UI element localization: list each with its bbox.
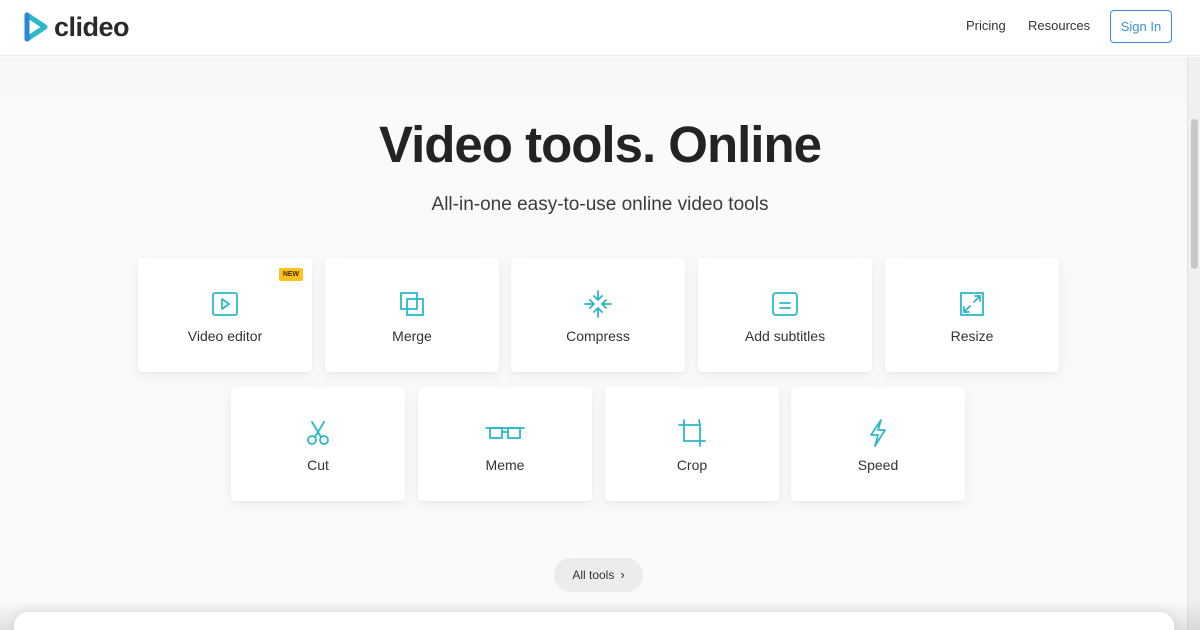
play-icon bbox=[210, 289, 240, 319]
tool-label: Meme bbox=[485, 457, 525, 473]
merge-icon bbox=[397, 289, 427, 319]
lightning-icon bbox=[863, 418, 893, 448]
chevron-right-icon: › bbox=[620, 567, 625, 582]
tool-card-video-editor[interactable]: NEW Video editor bbox=[138, 258, 312, 372]
page: clideo Pricing Resources Sign In Video t… bbox=[0, 0, 1200, 630]
tool-label: Crop bbox=[676, 457, 708, 473]
tool-label: Video editor bbox=[187, 328, 263, 344]
tool-card-cut[interactable]: Cut bbox=[231, 387, 405, 501]
crop-icon bbox=[677, 418, 707, 448]
tool-card-speed[interactable]: Speed bbox=[791, 387, 965, 501]
logo-text: clideo bbox=[54, 12, 130, 42]
play-logo-icon bbox=[24, 12, 48, 42]
sign-in-button[interactable]: Sign In bbox=[1110, 10, 1172, 43]
tool-card-resize[interactable]: Resize bbox=[885, 258, 1059, 372]
subtitles-icon bbox=[770, 289, 800, 319]
glasses-icon bbox=[485, 418, 525, 448]
all-tools-button[interactable]: All tools › bbox=[554, 558, 643, 592]
tool-label: Merge bbox=[392, 328, 432, 344]
top-header: clideo Pricing Resources Sign In bbox=[0, 0, 1200, 56]
all-tools-label: All tools bbox=[572, 568, 615, 582]
tool-card-meme[interactable]: Meme bbox=[418, 387, 592, 501]
resize-icon bbox=[957, 289, 987, 319]
page-title: Video tools. Online bbox=[379, 116, 822, 173]
bottom-panel bbox=[14, 612, 1174, 630]
nav-resources[interactable]: Resources bbox=[1028, 18, 1090, 34]
scissors-icon bbox=[303, 418, 333, 448]
tool-card-crop[interactable]: Crop bbox=[605, 387, 779, 501]
tool-card-merge[interactable]: Merge bbox=[325, 258, 499, 372]
new-badge: NEW bbox=[279, 268, 303, 281]
tool-card-add-subtitles[interactable]: Add subtitles bbox=[698, 258, 872, 372]
tool-label: Compress bbox=[566, 328, 630, 344]
tool-label: Cut bbox=[307, 457, 329, 473]
clideo-logo[interactable]: clideo bbox=[24, 12, 130, 42]
tool-label: Speed bbox=[857, 457, 899, 473]
tool-label: Resize bbox=[950, 328, 994, 344]
tool-card-compress[interactable]: Compress bbox=[511, 258, 685, 372]
page-subtitle: All-in-one easy-to-use online video tool… bbox=[431, 194, 769, 215]
tool-label: Add subtitles bbox=[744, 328, 826, 344]
compress-icon bbox=[583, 289, 613, 319]
nav-pricing[interactable]: Pricing bbox=[966, 18, 1006, 34]
